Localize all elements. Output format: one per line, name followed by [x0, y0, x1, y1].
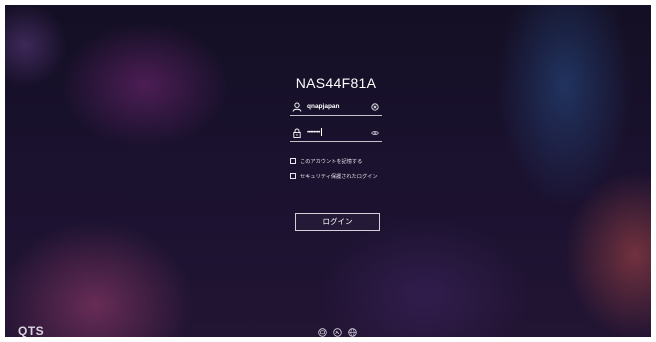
language-icon[interactable] [348, 328, 357, 337]
remember-account-checkbox[interactable]: このアカウントを記憶する [290, 157, 362, 165]
user-icon [292, 102, 302, 112]
secure-login-label: セキュリティ保護されたログイン [300, 173, 378, 180]
password-field[interactable]: •••••••• [290, 127, 382, 142]
eye-icon[interactable] [371, 129, 379, 137]
checkbox-box[interactable] [290, 173, 296, 179]
secure-login-checkbox[interactable]: セキュリティ保護されたログイン [290, 172, 378, 180]
footer-icon-bar [318, 328, 357, 337]
login-screen: NAS44F81A qnapjapan •••••••• このアカウントを記憶す… [5, 5, 651, 337]
username-value[interactable]: qnapjapan [307, 102, 340, 112]
remember-account-label: このアカウントを記憶する [300, 158, 363, 165]
lock-icon [293, 128, 301, 138]
qfinder-icon[interactable] [318, 328, 327, 337]
username-field[interactable]: qnapjapan [290, 101, 382, 116]
text-caret [320, 128, 322, 137]
password-mask: •••••••• [307, 130, 320, 136]
qts-logo: QTS [18, 324, 45, 337]
clear-icon[interactable] [371, 103, 379, 111]
password-value[interactable]: •••••••• [307, 128, 322, 138]
checkbox-box[interactable] [290, 158, 296, 164]
help-icon[interactable] [333, 328, 342, 337]
login-button[interactable]: ログイン [295, 213, 380, 231]
device-name: NAS44F81A [295, 75, 377, 91]
